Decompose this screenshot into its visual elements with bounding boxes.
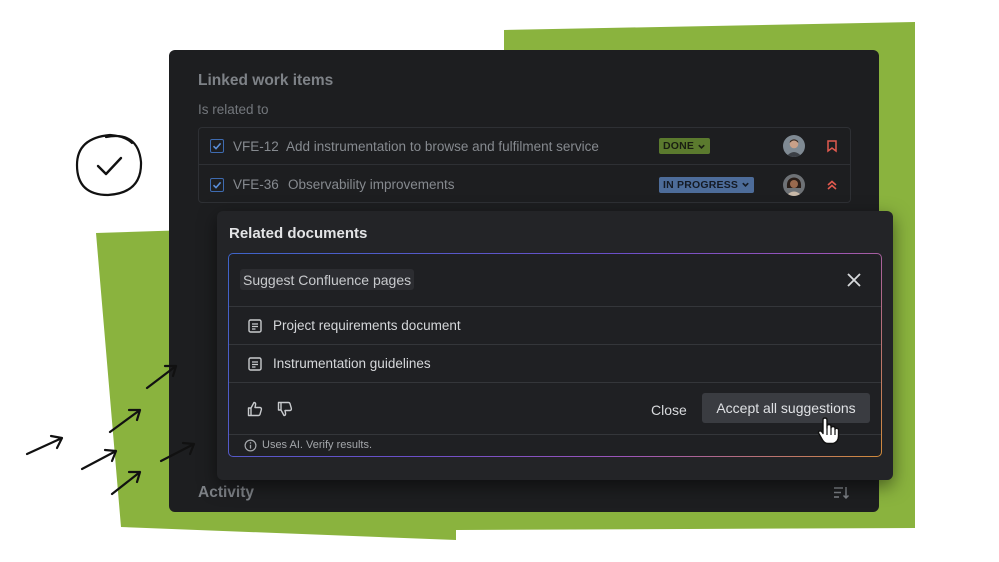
ai-suggestion-frame: Suggest Confluence pages Project require… — [228, 253, 882, 457]
checkbox-checked-icon[interactable] — [210, 177, 224, 192]
linked-items-list: VFE-12 Add instrumentation to browse and… — [198, 127, 851, 203]
suggested-document-row[interactable]: Instrumentation guidelines — [229, 344, 881, 382]
status-lozenge-done[interactable]: DONE — [659, 138, 711, 154]
suggestion-actions: Close Accept all suggestions — [229, 382, 881, 435]
document-label[interactable]: Instrumentation guidelines — [273, 356, 431, 371]
linked-items-title: Linked work items — [198, 72, 334, 89]
chevron-down-icon — [742, 182, 749, 187]
activity-title: Activity — [198, 484, 254, 501]
chevron-down-icon — [698, 144, 705, 149]
linked-item-row[interactable]: VFE-36 Observability improvements IN PRO… — [199, 166, 850, 203]
checkbox-checked-icon[interactable] — [210, 139, 224, 153]
status-label: DONE — [663, 140, 695, 152]
suggested-document-row[interactable]: Project requirements document — [229, 306, 881, 344]
ai-disclaimer: Uses AI. Verify results. — [244, 437, 372, 453]
priority-medium-icon — [827, 140, 837, 153]
close-button[interactable]: Close — [645, 397, 693, 423]
thumbs-up-icon[interactable] — [246, 400, 264, 418]
relation-label: Is related to — [198, 102, 269, 117]
related-documents-title: Related documents — [229, 225, 368, 242]
ai-disclaimer-text: Uses AI. Verify results. — [262, 439, 373, 451]
linked-item-row[interactable]: VFE-12 Add instrumentation to browse and… — [199, 128, 850, 165]
hand-cursor-icon — [817, 417, 840, 445]
status-lozenge-in-progress[interactable]: IN PROGRESS — [659, 176, 755, 193]
status-label: IN PROGRESS — [663, 178, 739, 191]
info-icon — [244, 439, 257, 451]
sort-icon[interactable] — [832, 484, 850, 502]
item-summary[interactable]: Add instrumentation to browse and fulfil… — [286, 139, 599, 154]
thumbs-down-icon[interactable] — [276, 400, 294, 418]
related-documents-panel: Related documents Suggest Confluence pag… — [217, 211, 893, 480]
suggest-confluence-label: Suggest Confluence pages — [240, 269, 415, 290]
page-icon — [248, 318, 262, 333]
page-icon — [248, 356, 262, 371]
priority-high-icon — [827, 179, 837, 190]
document-label[interactable]: Project requirements document — [273, 318, 461, 333]
assignee-avatar[interactable] — [783, 135, 805, 157]
close-icon[interactable] — [845, 271, 863, 289]
item-summary[interactable]: Observability improvements — [288, 177, 455, 192]
accept-all-suggestions-button[interactable]: Accept all suggestions — [702, 393, 870, 423]
assignee-avatar[interactable] — [783, 173, 805, 196]
item-key[interactable]: VFE-12 — [233, 139, 279, 154]
item-key[interactable]: VFE-36 — [233, 177, 279, 192]
